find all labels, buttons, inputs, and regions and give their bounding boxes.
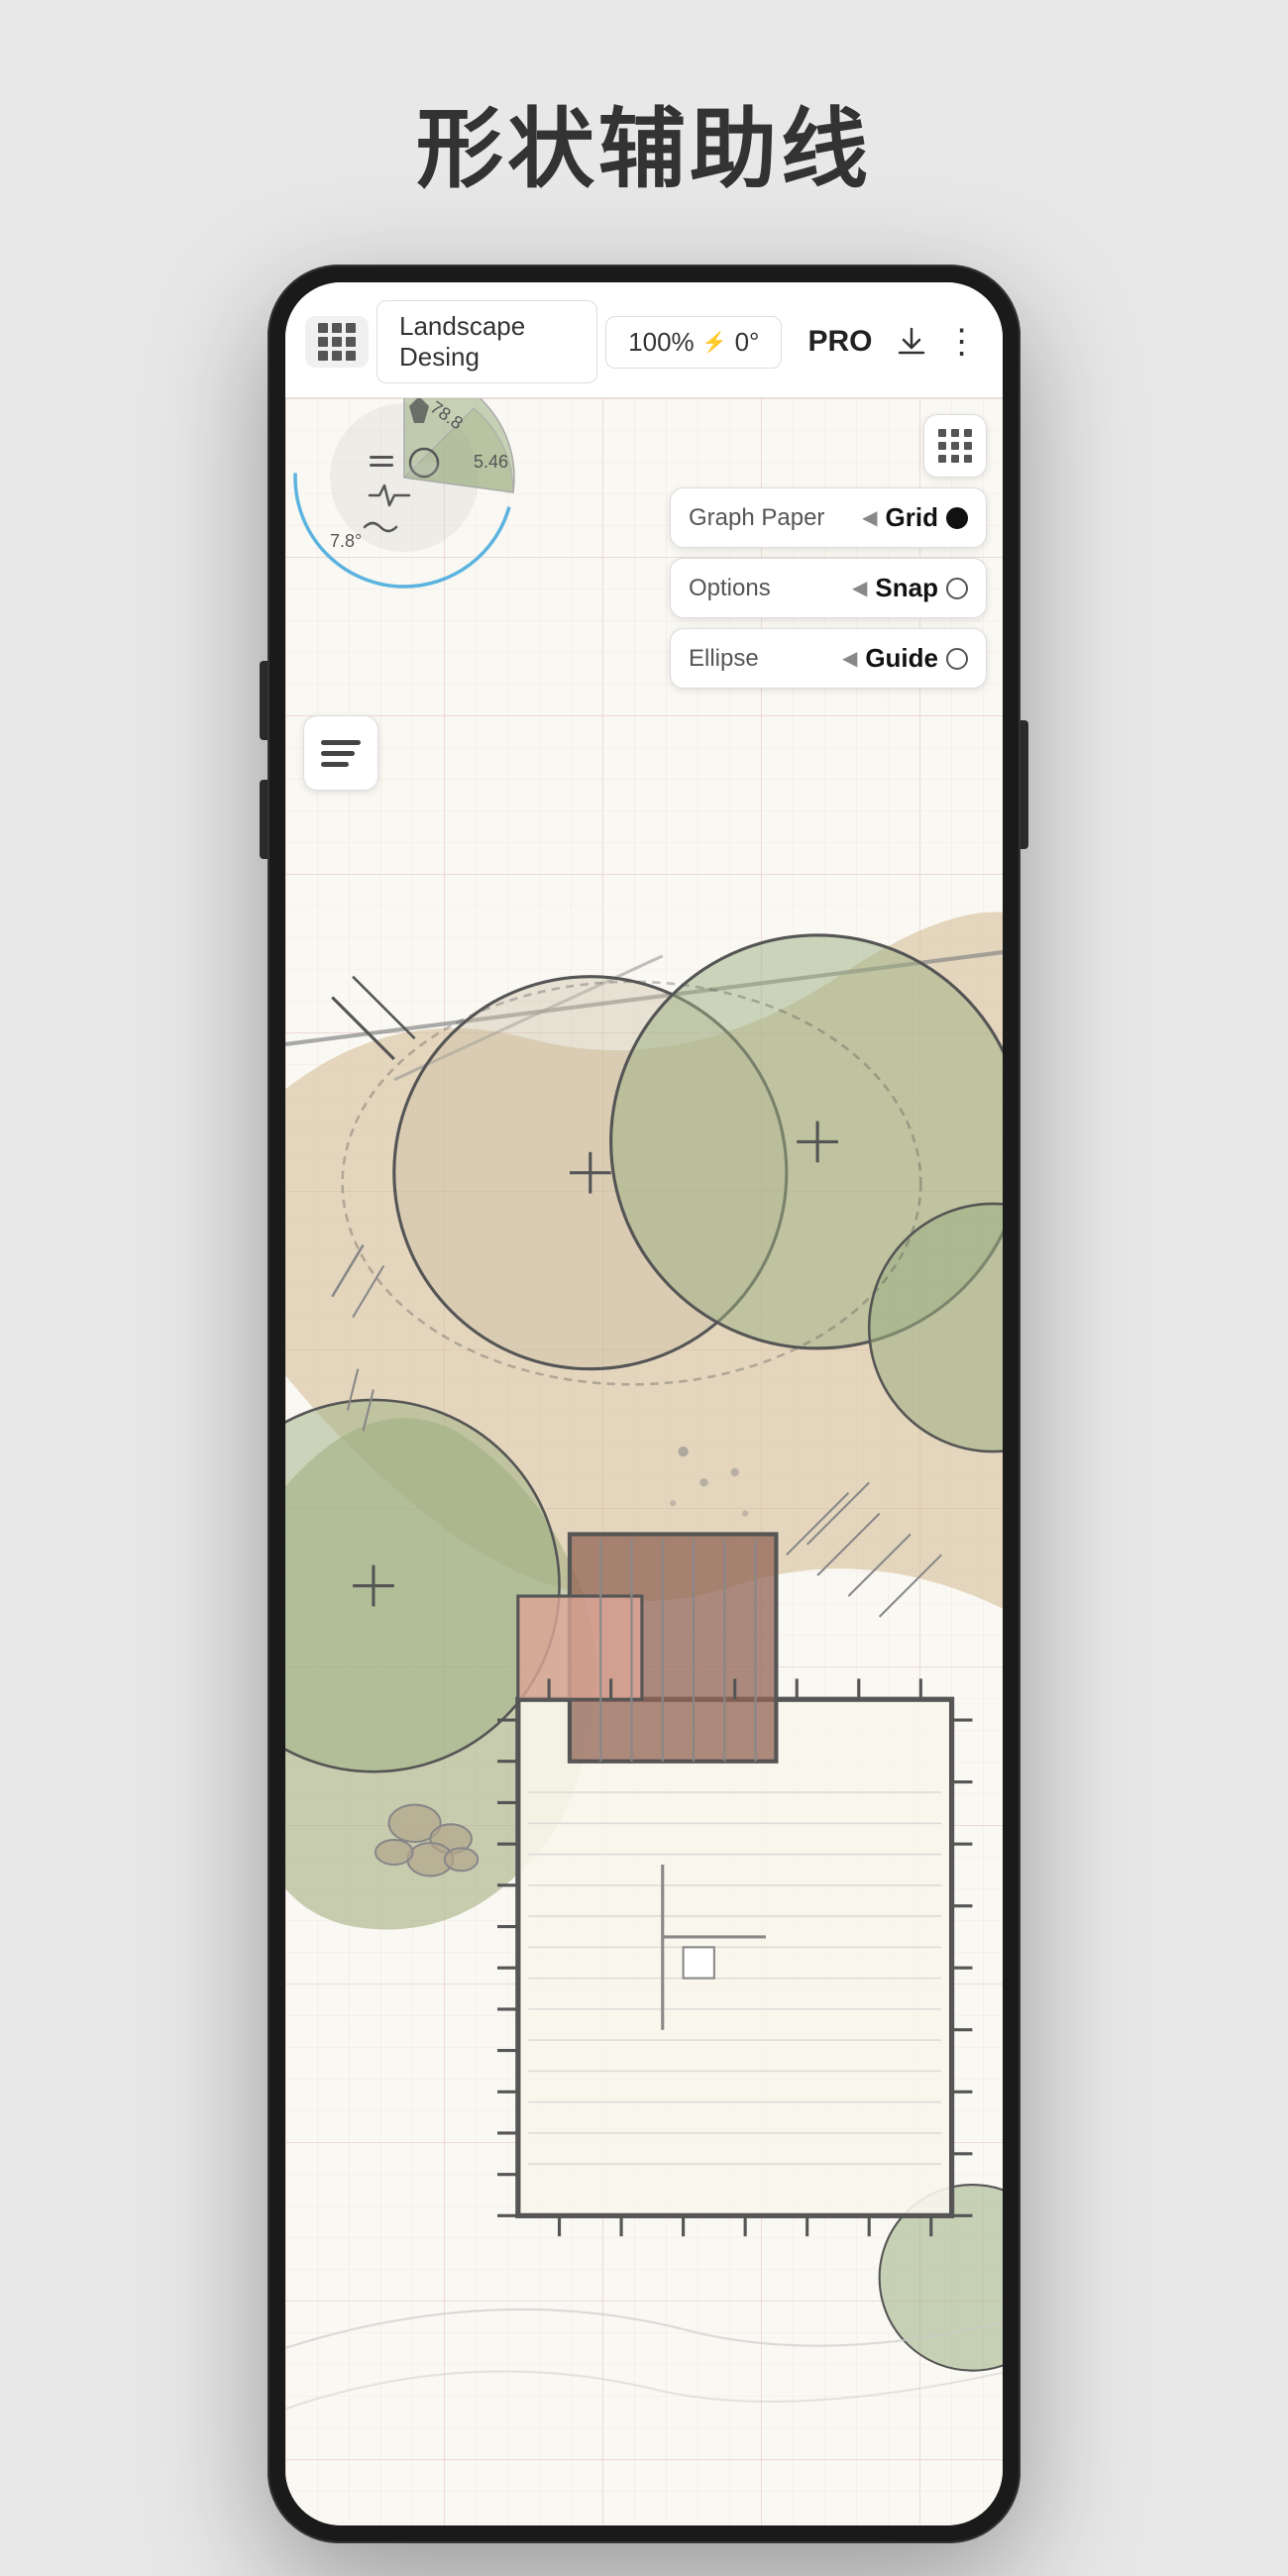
- side-button-right: [1020, 720, 1028, 849]
- hamburger-icon: [321, 740, 361, 767]
- ellipse-guide-row[interactable]: Ellipse ◀ Guide: [670, 628, 987, 689]
- svg-text:5.46: 5.46: [474, 452, 508, 472]
- canvas-area[interactable]: 78.8 5.46 7.8°: [285, 398, 1003, 2525]
- row2-arrow-icon: ◀: [852, 576, 867, 600]
- grid-indicator: [946, 507, 968, 529]
- top-bar: Landscape Desing 100% ⚡ 0° PRO ⋮: [285, 282, 1003, 398]
- ellipse-label: Ellipse: [689, 645, 834, 673]
- phone-screen: Landscape Desing 100% ⚡ 0° PRO ⋮: [285, 282, 1003, 2525]
- grid-toggle-button[interactable]: [923, 414, 987, 478]
- grid-icon: [318, 323, 356, 361]
- side-button-left-bottom: [260, 780, 268, 859]
- phone-wrapper: Landscape Desing 100% ⚡ 0° PRO ⋮: [268, 265, 1020, 2543]
- rotation-wheel[interactable]: 78.8 5.46 7.8°: [285, 398, 533, 606]
- snap-indicator: [946, 578, 968, 599]
- options-snap-row[interactable]: Options ◀ Snap: [670, 558, 987, 618]
- row1-arrow-icon: ◀: [862, 505, 877, 530]
- grid-label: Grid: [886, 502, 938, 533]
- row3-arrow-icon: ◀: [842, 646, 857, 671]
- pro-button[interactable]: PRO: [798, 315, 882, 369]
- download-button[interactable]: [890, 316, 932, 368]
- floating-panel: Graph Paper ◀ Grid Options ◀ Snap Ellips…: [670, 414, 987, 689]
- graph-paper-grid-row[interactable]: Graph Paper ◀ Grid: [670, 487, 987, 548]
- snap-label: Snap: [875, 573, 938, 603]
- landscape-drawing: [285, 398, 1003, 2525]
- guide-label: Guide: [865, 643, 938, 674]
- options-label: Options: [689, 575, 844, 602]
- guide-indicator: [946, 648, 968, 670]
- graph-paper-label: Graph Paper: [689, 504, 854, 532]
- side-button-left-top: [260, 661, 268, 740]
- zoom-button[interactable]: 100% ⚡ 0°: [605, 316, 782, 369]
- left-panel-button[interactable]: [303, 715, 378, 791]
- grid-view-button[interactable]: [305, 316, 369, 368]
- grid-dots-icon: [938, 429, 972, 463]
- document-title-button[interactable]: Landscape Desing: [376, 300, 597, 383]
- page-title: 形状辅助线: [416, 79, 872, 205]
- more-options-button[interactable]: ⋮: [940, 316, 983, 368]
- svg-text:7.8°: 7.8°: [330, 531, 362, 551]
